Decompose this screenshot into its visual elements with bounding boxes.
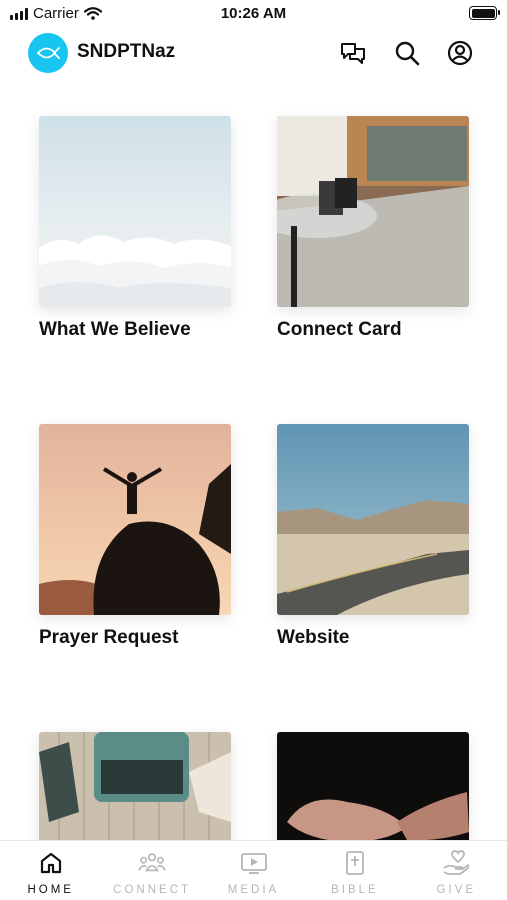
- tab-label: BIBLE: [331, 884, 379, 896]
- home-icon: [37, 850, 65, 876]
- tile-label: What We Believe: [39, 319, 191, 340]
- tab-connect[interactable]: CONNECT: [101, 841, 202, 900]
- glass-table-rug-photo: [277, 116, 469, 307]
- tile-connect-card[interactable]: Connect Card: [277, 116, 469, 341]
- app-title: SNDPTNaz: [77, 41, 176, 62]
- play-screen-icon: [240, 850, 268, 876]
- clouds-sky-photo: [39, 116, 231, 307]
- tile-label: Website: [277, 627, 350, 648]
- tile-label: Prayer Request: [39, 627, 179, 648]
- people-icon: [138, 850, 166, 876]
- tab-label: GIVE: [436, 884, 477, 896]
- account-icon[interactable]: [445, 38, 475, 68]
- app-header: SNDPTNaz: [0, 30, 507, 76]
- book-cross-icon: [341, 850, 369, 876]
- status-time: 10:26 AM: [220, 5, 287, 22]
- tile-what-we-believe[interactable]: What We Believe: [39, 116, 231, 341]
- tab-home[interactable]: HOME: [0, 841, 101, 900]
- bottom-tab-bar: HOME CONNECT MEDIA BIBLE GIVE: [0, 840, 507, 900]
- tab-label: MEDIA: [227, 884, 280, 896]
- person-on-rock-sunset-photo: [39, 424, 231, 615]
- heart-hand-icon: [442, 850, 470, 876]
- desert-road-photo: [277, 424, 469, 615]
- tab-label: HOME: [27, 884, 74, 896]
- chat-icon[interactable]: [338, 38, 368, 68]
- tile-prayer-request[interactable]: Prayer Request: [39, 424, 231, 649]
- tab-bible[interactable]: BIBLE: [304, 841, 405, 900]
- fish-logo-icon[interactable]: [28, 33, 68, 73]
- tab-label: CONNECT: [113, 884, 192, 896]
- battery-icon: [469, 6, 500, 20]
- tab-media[interactable]: MEDIA: [203, 841, 304, 900]
- search-icon[interactable]: [392, 38, 422, 68]
- tile-website[interactable]: Website: [277, 424, 469, 649]
- tile-label: Connect Card: [277, 319, 402, 340]
- tab-give[interactable]: GIVE: [406, 841, 507, 900]
- status-bar: Carrier 10:26 AM: [0, 0, 507, 28]
